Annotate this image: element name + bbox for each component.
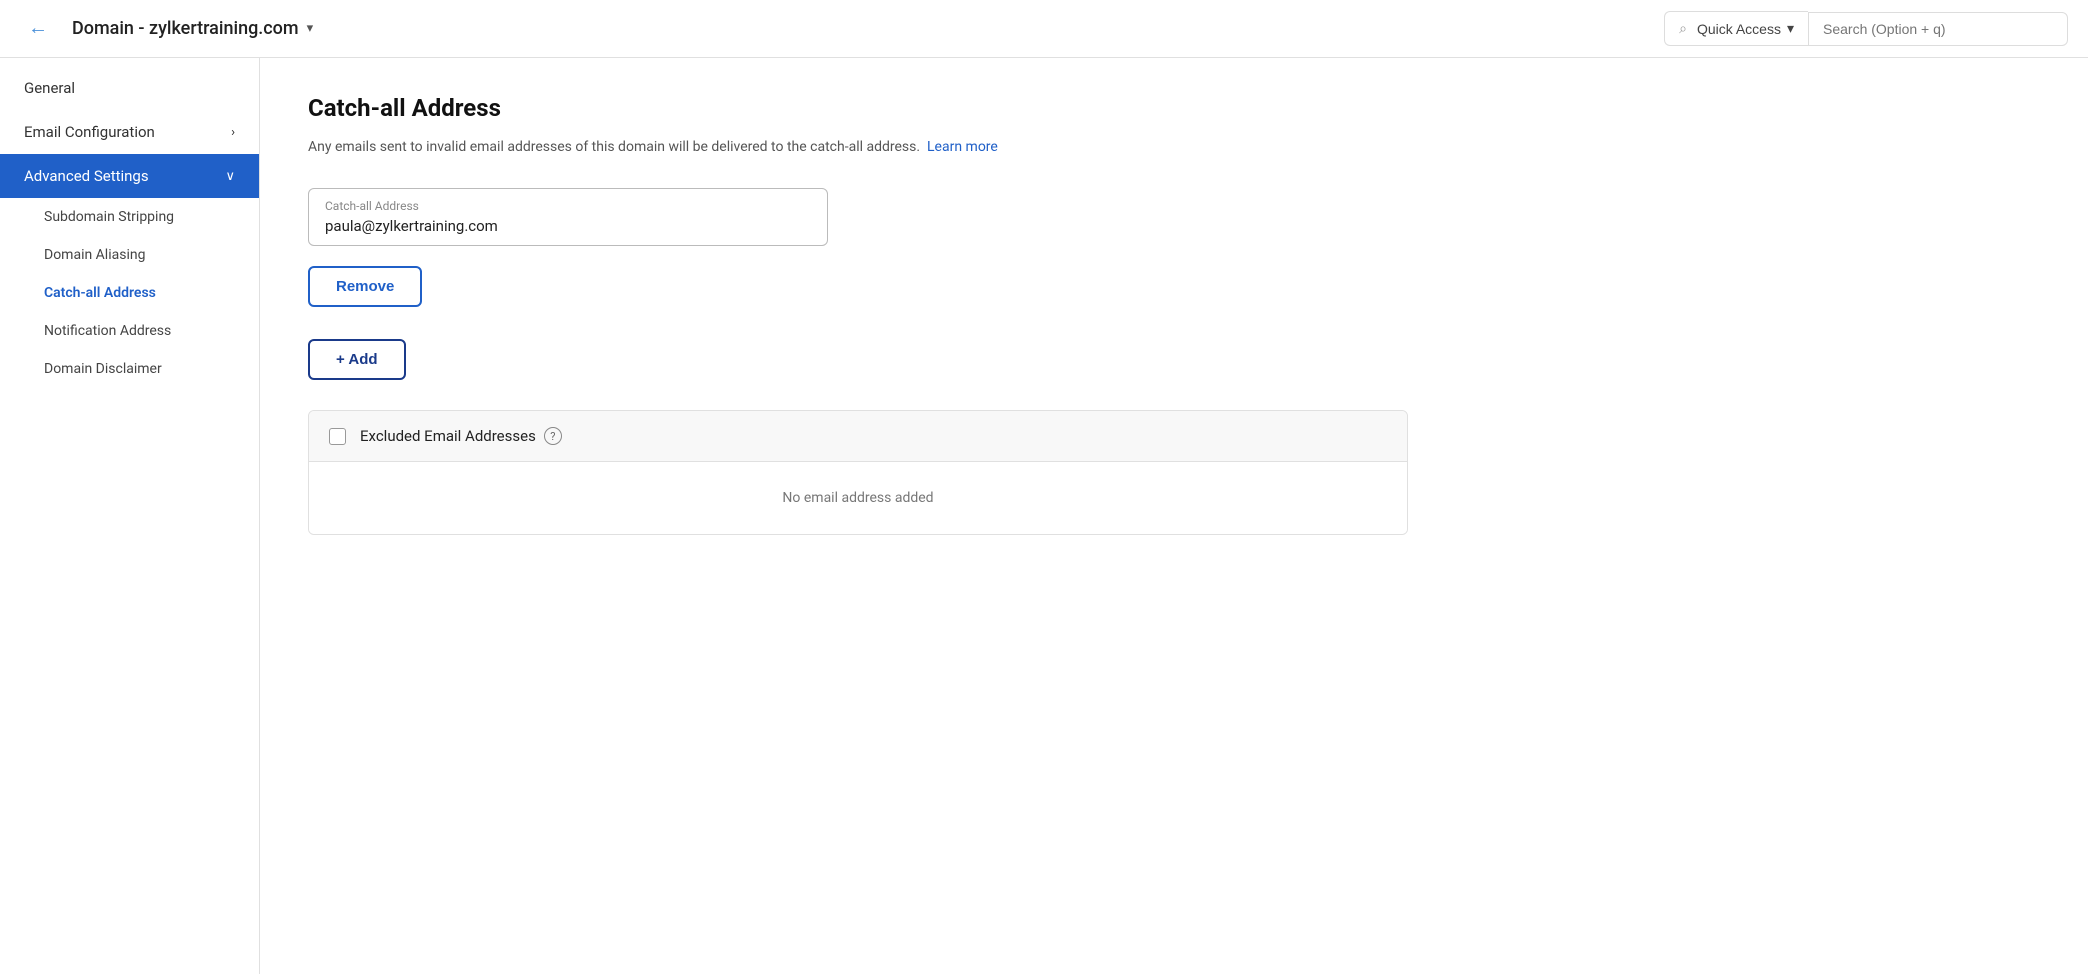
back-button[interactable]: ← [20, 13, 56, 44]
domain-chevron-icon: ▾ [307, 21, 314, 36]
sidebar-sub-item-notification-address[interactable]: Notification Address [0, 312, 259, 350]
quick-access-label: Quick Access [1697, 21, 1781, 37]
sidebar-item-email-config-label: Email Configuration [24, 123, 155, 141]
add-button[interactable]: + Add [308, 339, 406, 380]
search-input[interactable] [1823, 21, 2053, 37]
search-icon: ⌕ [1679, 20, 1687, 37]
layout: General Email Configuration › Advanced S… [0, 58, 2088, 974]
domain-title-text: Domain - zylkertraining.com [72, 18, 299, 39]
input-label: Catch-all Address [325, 199, 811, 213]
excluded-label: Excluded Email Addresses ? [360, 427, 562, 445]
advanced-settings-chevron-icon: ∨ [225, 169, 235, 184]
domain-disclaimer-label: Domain Disclaimer [44, 361, 162, 377]
sidebar-item-general-label: General [24, 79, 75, 97]
sidebar-sub-item-subdomain-stripping[interactable]: Subdomain Stripping [0, 198, 259, 236]
sidebar-item-advanced-settings-label: Advanced Settings [24, 167, 149, 185]
help-icon[interactable]: ? [544, 427, 562, 445]
sidebar-item-advanced-settings[interactable]: Advanced Settings ∨ [0, 154, 259, 198]
page-description: Any emails sent to invalid email address… [308, 136, 2040, 158]
sidebar-item-general[interactable]: General [0, 66, 259, 110]
topbar-right: ⌕ Quick Access ▾ [1664, 11, 2068, 46]
subdomain-stripping-label: Subdomain Stripping [44, 209, 174, 225]
domain-aliasing-label: Domain Aliasing [44, 247, 145, 263]
excluded-section: Excluded Email Addresses ? No email addr… [308, 410, 1408, 535]
sidebar-sub-item-catch-all-address[interactable]: Catch-all Address [0, 274, 259, 312]
learn-more-link[interactable]: Learn more [927, 139, 998, 155]
quick-access-button[interactable]: ⌕ Quick Access ▾ [1664, 11, 1808, 46]
excluded-header: Excluded Email Addresses ? [309, 411, 1407, 462]
input-value: paula@zylkertraining.com [325, 217, 811, 235]
sidebar-sub-item-domain-aliasing[interactable]: Domain Aliasing [0, 236, 259, 274]
remove-button[interactable]: Remove [308, 266, 422, 307]
main-content: Catch-all Address Any emails sent to inv… [260, 58, 2088, 974]
sidebar-sub-item-domain-disclaimer[interactable]: Domain Disclaimer [0, 350, 259, 388]
quick-access-chevron-icon: ▾ [1787, 20, 1794, 37]
topbar: ← Domain - zylkertraining.com ▾ ⌕ Quick … [0, 0, 2088, 58]
page-desc-text: Any emails sent to invalid email address… [308, 139, 920, 155]
catch-all-address-label: Catch-all Address [44, 285, 156, 301]
domain-title[interactable]: Domain - zylkertraining.com ▾ [72, 18, 313, 39]
search-bar[interactable] [1808, 12, 2068, 46]
page-title: Catch-all Address [308, 94, 2040, 122]
excluded-label-text: Excluded Email Addresses [360, 427, 536, 445]
email-config-chevron-icon: › [231, 125, 235, 140]
catch-all-input-group: Catch-all Address paula@zylkertraining.c… [308, 188, 828, 246]
excluded-checkbox[interactable] [329, 428, 346, 445]
notification-address-label: Notification Address [44, 323, 171, 339]
sidebar-item-email-config[interactable]: Email Configuration › [0, 110, 259, 154]
excluded-empty-message: No email address added [309, 462, 1407, 534]
sidebar: General Email Configuration › Advanced S… [0, 58, 260, 974]
